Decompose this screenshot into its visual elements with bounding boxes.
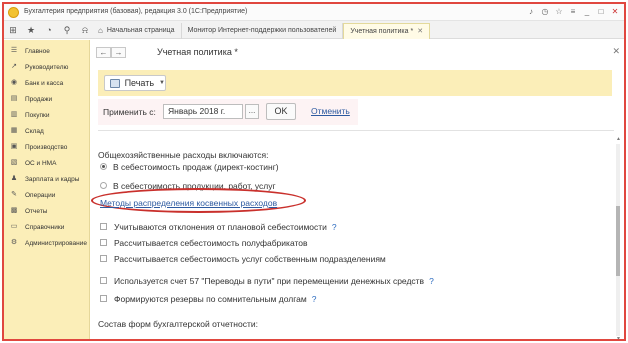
gear-icon: ⚙ (10, 239, 18, 246)
scroll-up-icon[interactable]: ▲ (616, 136, 621, 142)
toolbar-row: ⊞ ★ ◔ ⚲ ⍾ ⌂ Начальная страница Монитор И… (4, 21, 624, 39)
checkbox[interactable] (100, 223, 107, 230)
close-icon[interactable]: ✕ (612, 46, 620, 57)
scrollbar-thumb[interactable] (616, 206, 620, 276)
bell-icon[interactable]: ⍾ (80, 23, 90, 37)
page-title: Учетная политика * (157, 47, 238, 57)
help-icon[interactable]: ? (312, 294, 317, 304)
maximize-icon[interactable]: □ (596, 6, 606, 18)
command-bar: Печать ▼ (98, 70, 612, 96)
apply-from-label: Применить с: (103, 107, 156, 117)
overhead-label: Общехозяйственные расходы включаются: (98, 150, 269, 160)
book-icon: ▭ (10, 223, 18, 230)
app-window: Бухгалтерия предприятия (базовая), редак… (2, 2, 626, 341)
apply-from-field[interactable]: Январь 2018 г. (163, 104, 243, 119)
checkbox[interactable] (100, 277, 107, 284)
search-icon[interactable]: ⚲ (62, 23, 72, 37)
assets-icon: ▧ (10, 159, 18, 166)
sidebar-item-bank[interactable]: ◉ Банк и касса (4, 76, 90, 90)
history-icon[interactable]: ◔ (44, 23, 54, 37)
tab-support-monitor[interactable]: Монитор Интернет-поддержки пользователей (182, 23, 344, 39)
radio-button[interactable] (100, 182, 107, 189)
apps-grid-icon[interactable]: ⊞ (8, 23, 18, 37)
chart-icon: ↗ (11, 63, 17, 70)
title-bar: Бухгалтерия предприятия (базовая), редак… (4, 4, 624, 21)
sidebar-item-salary[interactable]: ♟ Зарплата и кадры (4, 172, 90, 186)
checkbox-plan-deviations[interactable]: Учитываются отклонения от плановой себес… (100, 221, 337, 232)
warehouse-icon: ▦ (10, 127, 18, 134)
tab-accounting-policy[interactable]: Учетная политика * ✕ (343, 23, 431, 40)
history-icon[interactable]: ◷ (540, 6, 550, 18)
star-icon[interactable]: ☆ (554, 6, 564, 18)
radio-direct-costing[interactable]: В себестоимость продаж (директ-костинг) (100, 161, 279, 172)
sidebar-item-assets[interactable]: ▧ ОС и НМА (4, 156, 90, 170)
sidebar: ☰ Главное ↗ Руководителю ◉ Банк и касса … (4, 40, 90, 339)
checkbox-doubtful-debts[interactable]: Формируются резервы по сомнительным долг… (100, 293, 316, 304)
bank-icon: ◉ (10, 79, 18, 86)
checkbox-account-57[interactable]: Используется счет 57 "Переводы в пути" п… (100, 275, 434, 286)
app-logo-icon (8, 7, 19, 18)
scrollbar[interactable] (616, 144, 620, 336)
favorites-star-icon[interactable]: ★ (26, 23, 36, 37)
sidebar-item-operations[interactable]: ✎ Операции (4, 188, 90, 202)
radio-button[interactable] (100, 163, 107, 170)
sidebar-item-production[interactable]: ▣ Производство (4, 140, 90, 154)
ok-button[interactable]: OK (266, 103, 296, 120)
checkbox[interactable] (100, 255, 107, 262)
printer-icon (110, 78, 120, 88)
bell-icon[interactable]: ♪ (526, 6, 536, 18)
help-icon[interactable]: ? (332, 222, 337, 232)
checkbox[interactable] (100, 239, 107, 246)
factory-icon: ▣ (10, 143, 18, 150)
checkbox[interactable] (100, 295, 107, 302)
sidebar-item-manager[interactable]: ↗ Руководителю (4, 60, 90, 74)
operations-icon: ✎ (11, 191, 17, 198)
scroll-down-icon[interactable]: ▼ (616, 336, 621, 339)
minimize-icon[interactable]: _ (582, 6, 592, 18)
forward-arrow-icon[interactable]: → (111, 47, 126, 58)
main-content: ← → Учетная политика * ✕ Печать ▼ Примен… (91, 40, 624, 339)
tab-home[interactable]: ⌂ Начальная страница (92, 23, 182, 39)
menu-icon[interactable]: ≡ (568, 6, 578, 18)
sidebar-item-warehouse[interactable]: ▦ Склад (4, 124, 90, 138)
cancel-link[interactable]: Отменить (311, 106, 350, 116)
sidebar-item-reports[interactable]: ▩ Отчеты (4, 204, 90, 218)
tab-bar: ⌂ Начальная страница Монитор Интернет-по… (92, 23, 431, 40)
sidebar-item-references[interactable]: ▭ Справочники (4, 220, 90, 234)
apply-from-row: Применить с: Январь 2018 г. ... OK Отмен… (98, 99, 358, 125)
toolbar-icons: ⊞ ★ ◔ ⚲ ⍾ (8, 23, 90, 37)
checkbox-own-services[interactable]: Рассчитывается себестоимость услуг собст… (100, 253, 386, 264)
menu-icon: ☰ (10, 47, 18, 54)
close-icon[interactable]: ✕ (610, 6, 620, 18)
methods-link[interactable]: Методы распределения косвенных расходов (100, 198, 277, 208)
reports-icon: ▩ (10, 207, 18, 214)
sidebar-item-main[interactable]: ☰ Главное (4, 44, 90, 58)
chevron-down-icon: ▼ (159, 80, 165, 86)
nav-buttons: ← → (96, 47, 126, 58)
close-tab-icon[interactable]: ✕ (417, 24, 423, 40)
window-title: Бухгалтерия предприятия (базовая), редак… (24, 8, 248, 15)
window-controls: ♪ ◷ ☆ ≡ _ □ ✕ (526, 6, 620, 18)
sidebar-item-purchases[interactable]: ▥ Покупки (4, 108, 90, 122)
reports-label: Состав форм бухгалтерской отчетности: (98, 319, 258, 329)
sidebar-item-sales[interactable]: ▤ Продажи (4, 92, 90, 106)
cart-icon: ▤ (10, 95, 18, 102)
home-icon: ⌂ (98, 26, 103, 35)
print-button[interactable]: Печать ▼ (104, 75, 166, 91)
sidebar-item-administration[interactable]: ⚙ Администрирование (4, 236, 90, 250)
basket-icon: ▥ (10, 111, 18, 118)
help-icon[interactable]: ? (429, 276, 434, 286)
checkbox-semi-finished[interactable]: Рассчитывается себестоимость полуфабрика… (100, 237, 308, 248)
divider (98, 130, 614, 131)
back-arrow-icon[interactable]: ← (96, 47, 111, 58)
people-icon: ♟ (10, 175, 18, 182)
select-period-button[interactable]: ... (245, 104, 259, 119)
